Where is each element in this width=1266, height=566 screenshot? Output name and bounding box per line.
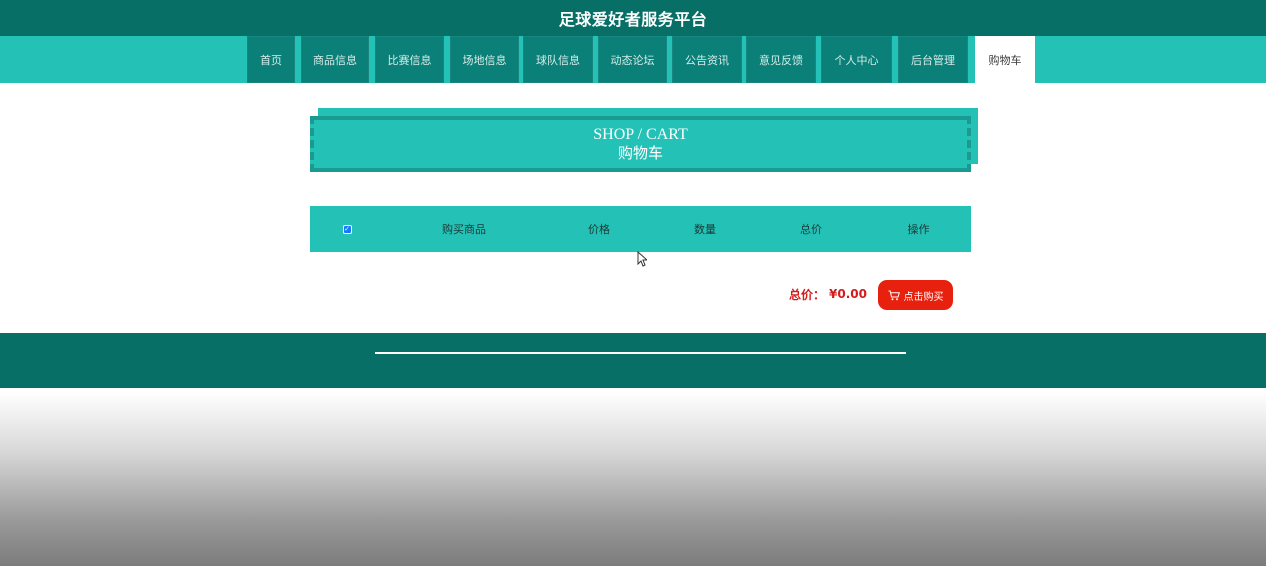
select-all-checkbox[interactable]: ✓ — [342, 224, 352, 234]
select-all-cell: ✓ — [310, 206, 384, 252]
col-actions: 操作 — [907, 223, 930, 236]
nav-item-admin[interactable]: 后台管理 — [898, 36, 968, 83]
banner-front-layer: SHOP / CART 购物车 — [310, 116, 971, 172]
nav-item-venues[interactable]: 场地信息 — [450, 36, 519, 83]
nav-item-products[interactable]: 商品信息 — [301, 36, 369, 83]
col-product: 购买商品 — [442, 223, 486, 236]
page-footer — [0, 333, 1266, 388]
cart-title-en: SHOP / CART — [593, 126, 688, 143]
site-title: 足球爱好者服务平台 — [558, 10, 708, 29]
nav-item-matches[interactable]: 比赛信息 — [375, 36, 444, 83]
nav-item-user-center[interactable]: 个人中心 — [821, 36, 892, 83]
cart-title-cn: 购物车 — [617, 144, 663, 162]
mouse-cursor-icon — [637, 251, 647, 267]
nav-item-home[interactable]: 首页 — [247, 36, 295, 83]
col-price: 价格 — [588, 223, 610, 236]
nav-item-feedback[interactable]: 意见反馈 — [746, 36, 816, 83]
cart-title-banner: SHOP / CART 购物车 — [310, 108, 978, 174]
buy-button-label: 点击购买 — [903, 291, 944, 303]
total-value: ¥0.00 — [829, 287, 867, 301]
col-total: 总价 — [800, 223, 822, 236]
buy-button[interactable]: 点击购买 — [878, 280, 953, 310]
nav-item-teams[interactable]: 球队信息 — [523, 36, 593, 83]
nav-item-announcements[interactable]: 公告资讯 — [672, 36, 742, 83]
col-quantity: 数量 — [694, 223, 716, 236]
footer-divider — [375, 352, 906, 354]
cart-table-header: ✓ 购买商品 价格 数量 总价 操作 — [310, 206, 971, 252]
top-header: 足球爱好者服务平台 — [0, 0, 1266, 36]
nav-item-cart[interactable]: 购物车 — [975, 36, 1035, 83]
cart-total: 总价： ¥0.00 — [789, 286, 867, 302]
nav-item-forum[interactable]: 动态论坛 — [598, 36, 667, 83]
main-nav: 首页 商品信息 比赛信息 场地信息 球队信息 动态论坛 公告资讯 意见反馈 个人… — [0, 36, 1266, 83]
total-label: 总价： — [789, 287, 826, 302]
shopping-cart-icon — [888, 290, 900, 300]
